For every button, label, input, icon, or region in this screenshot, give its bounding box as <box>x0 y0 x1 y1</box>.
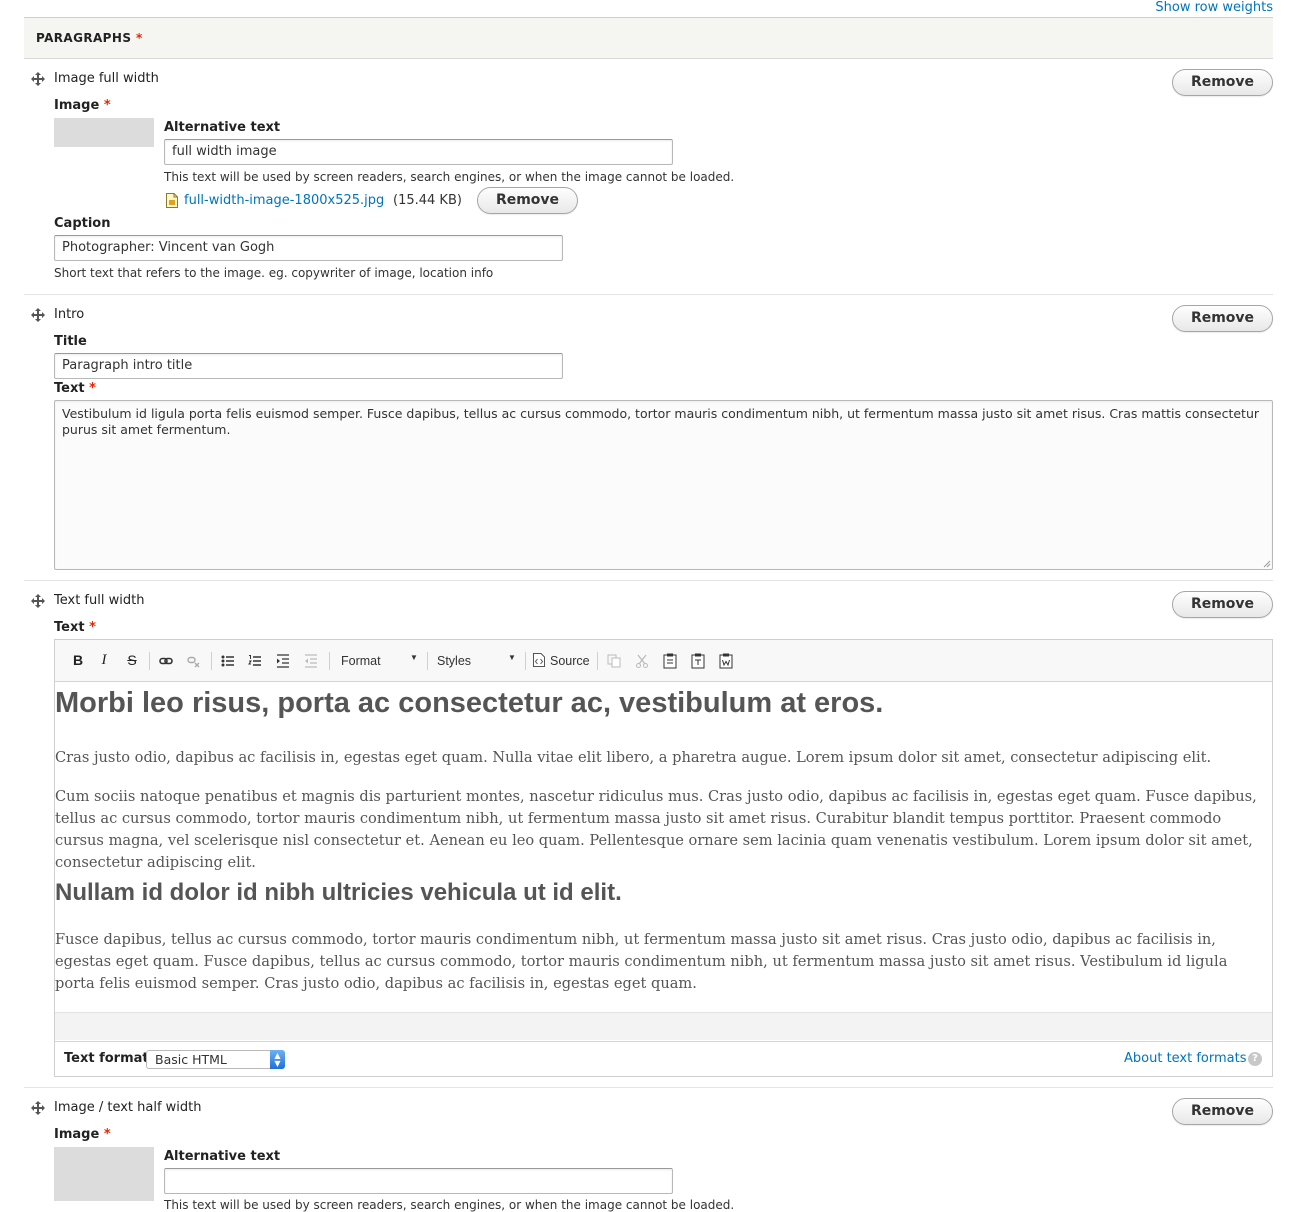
toolbar-separator <box>329 652 330 670</box>
toolbar-separator <box>211 652 212 670</box>
field-title: PARAGRAPHS <box>36 31 132 45</box>
intro-text-area[interactable]: Vestibulum id ligula porta felis euismod… <box>54 400 1273 570</box>
drag-handle-icon[interactable] <box>31 308 45 322</box>
editor-toolbar: B I S Format ▼ Styles ▼ Source <box>55 640 1272 682</box>
chevron-down-icon: ▼ <box>410 653 418 662</box>
bullet-list-icon[interactable] <box>221 654 235 668</box>
paragraph-type-label: Intro <box>54 307 85 322</box>
styles-dropdown[interactable]: Styles ▼ <box>431 651 519 671</box>
caption-label: Caption <box>54 216 111 231</box>
alt-text-input[interactable] <box>164 1168 673 1194</box>
paragraphs-field-header: PARAGRAPHS * <box>24 17 1273 59</box>
paste-icon[interactable] <box>663 653 677 669</box>
text-format-label: Text format <box>64 1051 149 1066</box>
content-paragraph-2: Cum sociis natoque penatibus et magnis d… <box>55 788 1257 871</box>
about-text-formats-link[interactable]: About text formats <box>1124 1051 1247 1066</box>
drag-handle-icon[interactable] <box>31 72 45 86</box>
text-label: Text * <box>54 381 96 396</box>
file-size: (15.44 KB) <box>393 193 462 208</box>
source-button-label: Source <box>550 654 590 668</box>
strikethrough-button[interactable]: S <box>125 652 139 670</box>
remove-paragraph-button[interactable]: Remove <box>1172 305 1273 332</box>
paste-word-icon[interactable] <box>719 653 733 669</box>
link-icon[interactable] <box>159 654 173 668</box>
indent-icon[interactable] <box>276 654 290 668</box>
image-thumbnail <box>54 118 154 147</box>
alt-text-label: Alternative text <box>164 1149 281 1164</box>
file-image-icon <box>166 193 178 208</box>
required-marker: * <box>135 31 143 45</box>
numbered-list-icon[interactable] <box>248 654 262 668</box>
format-dropdown-label: Format <box>341 654 381 668</box>
help-icon[interactable]: ? <box>1248 1052 1262 1066</box>
copy-icon[interactable] <box>607 654 621 668</box>
source-icon <box>533 653 545 667</box>
select-arrows-icon: ▲ ▼ <box>270 1050 285 1069</box>
title-label: Title <box>54 334 87 349</box>
paragraph-type-label: Image / text half width <box>54 1100 202 1115</box>
toolbar-separator <box>427 652 428 670</box>
unlink-icon[interactable] <box>187 654 201 668</box>
remove-paragraph-button[interactable]: Remove <box>1172 69 1273 96</box>
text-label: Text * <box>54 620 96 635</box>
remove-file-button[interactable]: Remove <box>477 187 578 214</box>
text-format-row: Text format Basic HTML ▲ ▼ About text for… <box>55 1041 1272 1076</box>
toolbar-separator <box>149 652 150 670</box>
content-heading-2: Nullam id dolor id nibh ultricies vehicu… <box>55 879 622 906</box>
format-dropdown[interactable]: Format ▼ <box>335 651 423 671</box>
text-format-value: Basic HTML <box>155 1052 227 1067</box>
outdent-icon[interactable] <box>304 654 318 668</box>
image-thumbnail <box>54 1147 154 1201</box>
source-button[interactable]: Source <box>533 651 593 671</box>
paragraph-type-label: Image full width <box>54 71 159 86</box>
title-input[interactable]: Paragraph intro title <box>54 353 563 379</box>
alt-text-label: Alternative text <box>164 120 281 135</box>
toolbar-separator <box>597 652 598 670</box>
editor-status-bar <box>55 1012 1272 1040</box>
drag-handle-icon[interactable] <box>31 594 45 608</box>
show-row-weights-link[interactable]: Show row weights <box>1155 0 1273 15</box>
content-paragraph-1: Cras justo odio, dapibus ac facilisis in… <box>55 749 1212 766</box>
remove-paragraph-button[interactable]: Remove <box>1172 591 1273 618</box>
paste-text-icon[interactable] <box>691 653 705 669</box>
remove-paragraph-button[interactable]: Remove <box>1172 1098 1273 1125</box>
file-link[interactable]: full-width-image-1800x525.jpg <box>184 193 384 208</box>
text-format-select[interactable]: Basic HTML ▲ ▼ <box>146 1050 285 1069</box>
drag-handle-icon[interactable] <box>31 1101 45 1115</box>
alt-text-input[interactable]: full width image <box>164 139 673 165</box>
cut-icon[interactable] <box>635 654 649 668</box>
intro-text-value: Vestibulum id ligula porta felis euismod… <box>62 406 1260 437</box>
toolbar-separator <box>525 652 526 670</box>
row-divider <box>24 580 1273 581</box>
caption-input[interactable]: Photographer: Vincent van Gogh <box>54 235 563 261</box>
chevron-down-icon: ▼ <box>508 653 516 662</box>
caption-description: Short text that refers to the image. eg.… <box>54 266 494 280</box>
image-label: Image * <box>54 98 111 113</box>
content-paragraph-3: Fusce dapibus, tellus ac cursus commodo,… <box>55 931 1228 992</box>
resize-grip-icon[interactable] <box>1261 558 1271 568</box>
row-divider <box>24 294 1273 295</box>
alt-text-description: This text will be used by screen readers… <box>164 170 735 184</box>
styles-dropdown-label: Styles <box>437 654 472 668</box>
bold-button[interactable]: B <box>71 652 85 670</box>
italic-button[interactable]: I <box>97 652 111 670</box>
content-heading-1: Morbi leo risus, porta ac consectetur ac… <box>55 687 884 719</box>
row-divider <box>24 1087 1273 1088</box>
image-label: Image * <box>54 1127 111 1142</box>
paragraph-type-label: Text full width <box>54 593 145 608</box>
rich-text-editor: B I S Format ▼ Styles ▼ Source Morbi leo… <box>54 639 1273 1077</box>
